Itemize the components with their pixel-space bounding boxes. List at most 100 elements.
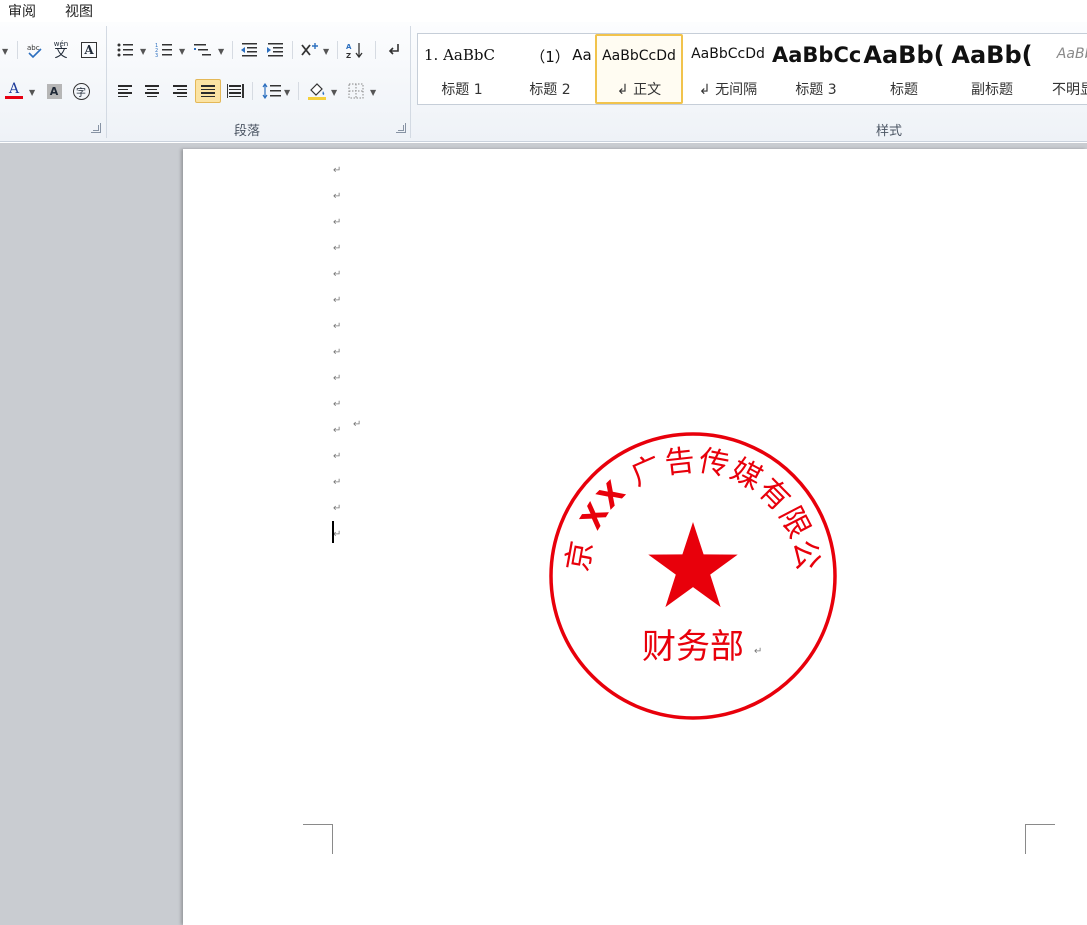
- font-dialog-launcher[interactable]: [91, 123, 101, 133]
- font-color-dropdown-arrow[interactable]: ▼: [29, 88, 35, 97]
- paragraph-mark: ↵: [333, 477, 342, 488]
- align-left-icon: [118, 85, 132, 97]
- group-divider: [106, 26, 107, 138]
- paragraph-mark: ↵: [333, 191, 342, 202]
- paragraph-group-label: 段落: [233, 124, 260, 139]
- numbering-dropdown-arrow[interactable]: ▼: [179, 47, 185, 56]
- enclosed-character-button[interactable]: 字: [71, 80, 91, 102]
- align-center-icon: [145, 85, 159, 97]
- style-partial[interactable]: Aa: [568, 34, 596, 104]
- paragraph-mark: ↵: [333, 503, 342, 514]
- enclosed-character-icon: 字: [72, 82, 90, 100]
- paragraph-mark: ↵: [333, 529, 342, 540]
- character-border-button[interactable]: A: [79, 39, 99, 61]
- bullets-button[interactable]: [115, 39, 135, 61]
- decrease-indent-button[interactable]: [239, 39, 259, 61]
- ribbon: ▼ abc wén 文 A A ▼ A 字 ▼ 1 2 3 ▼ ▼ ▼ A Z …: [0, 22, 1087, 142]
- multilevel-list-button[interactable]: [193, 39, 213, 61]
- font-size-dropdown-arrow[interactable]: ▼: [2, 47, 8, 56]
- page-corner-mark-left: [303, 824, 333, 854]
- font-color-icon: A: [8, 81, 20, 97]
- increase-indent-icon: [267, 43, 283, 57]
- style-heading-1[interactable]: 1. AaBbC 标题 1: [418, 34, 506, 104]
- numbering-button[interactable]: 1 2 3: [154, 39, 174, 61]
- group-divider: [410, 26, 411, 138]
- justify-button[interactable]: [195, 79, 221, 103]
- decrease-indent-icon: [241, 43, 257, 57]
- show-hide-marks-button[interactable]: [383, 39, 403, 61]
- styles-group-label: 样式: [875, 124, 902, 139]
- style-heading-3[interactable]: AaBbCc 标题 3: [772, 34, 860, 104]
- paragraph-mark: ↵: [333, 217, 342, 228]
- separator: [298, 82, 299, 100]
- tab-view[interactable]: 视图: [65, 1, 93, 21]
- align-right-button[interactable]: [170, 80, 190, 102]
- style-subtle-emphasis[interactable]: AaBbC 不明显强: [1036, 34, 1087, 104]
- font-color-button[interactable]: A: [4, 80, 24, 102]
- separator: [252, 82, 253, 100]
- page-corner-mark-right: [1025, 824, 1055, 854]
- line-spacing-icon: [262, 83, 281, 99]
- svg-text:A: A: [346, 43, 352, 51]
- paragraph-mark: ↵: [333, 165, 342, 176]
- shading-button[interactable]: [307, 80, 327, 102]
- sort-icon: A Z: [346, 43, 363, 59]
- numbered-list-icon: 1 2 3: [155, 43, 172, 58]
- document-workspace: ↵ ↵ ↵ ↵ ↵ ↵ ↵ ↵ ↵ ↵ ↵ ↵ ↵ ↵ ↵ ↵ 北京 XX 广告…: [0, 143, 1087, 925]
- paragraph-mark: ↵: [333, 347, 342, 358]
- styles-gallery: 1. AaBbC 标题 1 （1） 标题 2 Aa AaBbCcDd ↲ 正文 …: [417, 33, 1087, 105]
- align-center-button[interactable]: [142, 80, 162, 102]
- style-no-spacing[interactable]: AaBbCcDd ↲ 无间隔: [684, 34, 772, 104]
- document-page[interactable]: ↵ ↵ ↵ ↵ ↵ ↵ ↵ ↵ ↵ ↵ ↵ ↵ ↵ ↵ ↵ ↵ 北京 XX 广告…: [183, 149, 1087, 925]
- distributed-icon: [226, 84, 244, 98]
- line-spacing-button[interactable]: [262, 80, 282, 102]
- paragraph-mark: ↵: [333, 243, 342, 254]
- justify-icon: [201, 85, 215, 97]
- character-border-icon: A: [81, 42, 97, 58]
- chinese-layout-button[interactable]: [300, 39, 320, 61]
- paragraph-mark: ↵: [333, 373, 342, 384]
- paragraph-mark: ↵: [333, 269, 342, 280]
- paragraph-mark: ↵: [333, 425, 342, 436]
- paragraph-mark: ↵: [333, 399, 342, 410]
- seal-department: 财务部: [642, 627, 744, 667]
- change-case-button[interactable]: abc: [25, 39, 45, 61]
- spell-check-icon: abc: [27, 44, 42, 59]
- style-title[interactable]: AaBb( 标题: [860, 34, 948, 104]
- style-subtitle[interactable]: AaBb( 副标题: [948, 34, 1036, 104]
- separator: [375, 41, 376, 59]
- bullets-dropdown-arrow[interactable]: ▼: [140, 47, 146, 56]
- distributed-button[interactable]: [225, 80, 245, 102]
- star-icon: [648, 522, 738, 608]
- shading-dropdown-arrow[interactable]: ▼: [331, 88, 337, 97]
- increase-indent-button[interactable]: [265, 39, 285, 61]
- tab-review[interactable]: 审阅: [8, 1, 36, 21]
- chinese-layout-icon: [301, 43, 318, 56]
- svg-text:Z: Z: [346, 52, 351, 59]
- borders-icon: [348, 83, 364, 99]
- paragraph-mark-icon: [388, 44, 399, 55]
- multilevel-dropdown-arrow[interactable]: ▼: [218, 47, 224, 56]
- paragraph-dialog-launcher[interactable]: [396, 123, 406, 133]
- sort-button[interactable]: A Z: [345, 39, 365, 61]
- paragraph-mark: ↵: [333, 451, 342, 462]
- separator: [17, 41, 18, 59]
- paragraph-mark: ↵: [754, 646, 763, 657]
- character-shading-icon: A: [46, 83, 62, 99]
- separator: [292, 41, 293, 59]
- style-normal[interactable]: AaBbCcDd ↲ 正文: [595, 34, 683, 104]
- borders-dropdown-arrow[interactable]: ▼: [370, 88, 376, 97]
- line-spacing-dropdown-arrow[interactable]: ▼: [284, 88, 290, 97]
- separator: [232, 41, 233, 59]
- svg-text:abc: abc: [27, 44, 40, 52]
- align-left-button[interactable]: [115, 80, 135, 102]
- character-shading-button[interactable]: A: [44, 80, 64, 102]
- company-seal[interactable]: 北京 XX 广告传媒有限公司 财务部: [547, 430, 839, 722]
- phonetic-guide-button[interactable]: wén 文: [51, 39, 71, 61]
- borders-button[interactable]: [346, 80, 366, 102]
- paragraph-mark: ↵: [333, 295, 342, 306]
- menu-bar: 审阅 视图: [0, 0, 1087, 22]
- shading-icon: [308, 83, 326, 100]
- chinese-layout-dropdown-arrow[interactable]: ▼: [323, 47, 329, 56]
- align-right-icon: [173, 85, 187, 97]
